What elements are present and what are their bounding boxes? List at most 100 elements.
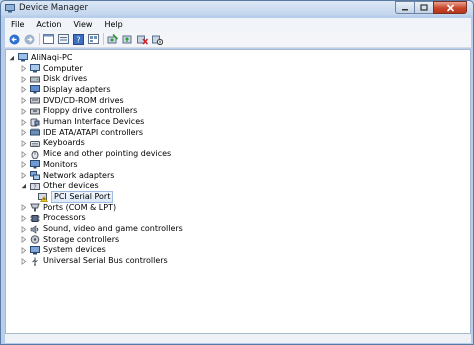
expand-arrow-icon[interactable]	[20, 257, 27, 265]
tree-item-label: DVD/CD-ROM drives	[43, 95, 124, 105]
tree-item-label: PCI Serial Port	[51, 190, 114, 203]
expand-arrow-icon[interactable]	[20, 75, 27, 83]
svg-text:?: ?	[76, 35, 80, 44]
tree-item-label: System devices	[43, 245, 106, 255]
collapse-arrow-icon[interactable]	[20, 183, 27, 190]
device-manager-icon	[5, 4, 15, 13]
tree-category-ide-ata-atapi-controllers[interactable]: IDE ATA/ATAPI controllers	[20, 127, 143, 138]
menu-view[interactable]: View	[67, 20, 98, 29]
system-icon	[30, 245, 40, 255]
usb-icon	[30, 257, 40, 266]
mouse-icon	[30, 150, 40, 159]
properties-pane-icon[interactable]	[43, 34, 54, 45]
status-bar	[5, 334, 471, 343]
device-tree[interactable]: AliNaqi-PC Computer Disk drives Display ada…	[5, 49, 471, 334]
tree-category-sound-video-and-game-controllers[interactable]: Sound, video and game controllers	[20, 224, 183, 235]
tree-root[interactable]: AliNaqi-PC	[8, 52, 72, 63]
hid-icon	[30, 118, 40, 127]
tree-item-label: Floppy drive controllers	[43, 106, 138, 116]
tree-child-item[interactable]: PCI Serial Port	[32, 190, 114, 203]
network-icon	[30, 171, 40, 180]
show-hide-icon[interactable]	[58, 34, 69, 45]
expand-arrow-icon[interactable]	[20, 139, 27, 147]
tree-category-dvd-cd-rom-drives[interactable]: DVD/CD-ROM drives	[20, 95, 124, 106]
device-manager-window: Device Manager File Action View Help ? A…	[0, 0, 474, 345]
tree-category-system-devices[interactable]: System devices	[20, 245, 106, 256]
window-title: Device Manager	[19, 3, 89, 13]
back-icon[interactable]	[9, 34, 20, 45]
expand-arrow-icon[interactable]	[20, 97, 27, 105]
menu-file[interactable]: File	[5, 20, 30, 29]
expand-arrow-icon[interactable]	[20, 161, 27, 169]
help-icon[interactable]: ?	[73, 33, 84, 45]
forward-icon[interactable]	[24, 34, 35, 45]
tree-category-network-adapters[interactable]: Network adapters	[20, 170, 114, 181]
close-icon	[446, 3, 454, 12]
svg-text:?: ?	[33, 184, 36, 191]
maximize-icon	[420, 4, 428, 11]
expand-arrow-icon[interactable]	[20, 204, 27, 212]
tree-category-disk-drives[interactable]: Disk drives	[20, 74, 87, 85]
toolbar-separator	[39, 33, 40, 45]
tree-item-label: Disk drives	[43, 74, 88, 84]
tree-item-label: IDE ATA/ATAPI controllers	[43, 127, 144, 137]
tree-category-mice-and-other-pointing-devices[interactable]: Mice and other pointing devices	[20, 149, 171, 160]
floppy-icon	[30, 107, 40, 116]
menu-bar: File Action View Help	[5, 18, 471, 31]
tree-category-universal-serial-bus-controllers[interactable]: Universal Serial Bus controllers	[20, 256, 168, 267]
computer-icon	[30, 64, 40, 73]
tree-category-monitors[interactable]: Monitors	[20, 159, 78, 170]
tree-item-label: Other devices	[43, 181, 99, 191]
tree-item-label: Sound, video and game controllers	[43, 224, 183, 233]
title-bar[interactable]: Device Manager	[1, 1, 473, 16]
expand-arrow-icon[interactable]	[20, 118, 27, 126]
tree-category-display-adapters[interactable]: Display adapters	[20, 84, 111, 95]
expand-arrow-icon[interactable]	[20, 150, 27, 158]
menu-action[interactable]: Action	[30, 20, 67, 29]
tree-root-label: AliNaqi-PC	[31, 52, 73, 62]
tree-item-label: Universal Serial Bus controllers	[43, 256, 168, 266]
update-driver-icon[interactable]	[122, 34, 133, 45]
tree-category-keyboards[interactable]: Keyboards	[20, 138, 85, 149]
minimize-button[interactable]	[395, 1, 414, 14]
expand-arrow-icon[interactable]	[20, 65, 27, 72]
expand-arrow-icon[interactable]	[20, 236, 27, 244]
disable-icon[interactable]	[152, 34, 163, 45]
tree-item-label: Human Interface Devices	[43, 117, 145, 126]
close-button[interactable]	[433, 1, 467, 14]
tree-item-label: Storage controllers	[43, 234, 120, 244]
tree-item-label: Network adapters	[43, 170, 115, 180]
tree-category-ports-com-lpt[interactable]: Ports (COM & LPT)	[20, 202, 116, 213]
uninstall-icon[interactable]	[137, 34, 148, 45]
tree-category-floppy-drive-controllers[interactable]: Floppy drive controllers	[20, 106, 137, 117]
storage-icon	[30, 235, 40, 244]
scan-hardware-icon[interactable]	[107, 33, 118, 45]
tree-item-label: Display adapters	[43, 84, 111, 94]
tree-item-label: Mice and other pointing devices	[43, 149, 172, 159]
expand-arrow-icon[interactable]	[20, 246, 27, 254]
tree-category-storage-controllers[interactable]: Storage controllers	[20, 234, 119, 245]
tree-category-processors[interactable]: Processors	[20, 213, 86, 224]
expand-arrow-icon[interactable]	[20, 225, 27, 233]
maximize-button[interactable]	[414, 1, 433, 14]
toolbar: ?	[5, 31, 471, 48]
display-icon	[30, 85, 40, 94]
processor-icon	[30, 214, 40, 223]
expand-arrow-icon[interactable]	[20, 86, 27, 94]
tree-item-label: Ports (COM & LPT)	[43, 202, 117, 212]
expand-arrow-icon[interactable]	[20, 172, 27, 179]
tree-category-human-interface-devices[interactable]: Human Interface Devices	[20, 117, 144, 128]
monitor-icon	[30, 160, 40, 169]
keyboard-icon	[30, 139, 40, 148]
disk-icon	[30, 75, 40, 84]
expand-arrow-icon[interactable]	[20, 214, 27, 222]
tree-item-label: Keyboards	[43, 138, 85, 148]
expand-arrow-icon[interactable]	[20, 129, 27, 137]
menu-help[interactable]: Help	[98, 20, 128, 29]
computer-icon	[18, 53, 28, 62]
tree-category-computer[interactable]: Computer	[20, 63, 83, 74]
view-icon[interactable]	[88, 34, 99, 45]
expand-arrow-icon[interactable]	[20, 107, 27, 115]
collapse-arrow-icon[interactable]	[8, 54, 15, 61]
tree-item-label: Computer	[43, 63, 83, 73]
